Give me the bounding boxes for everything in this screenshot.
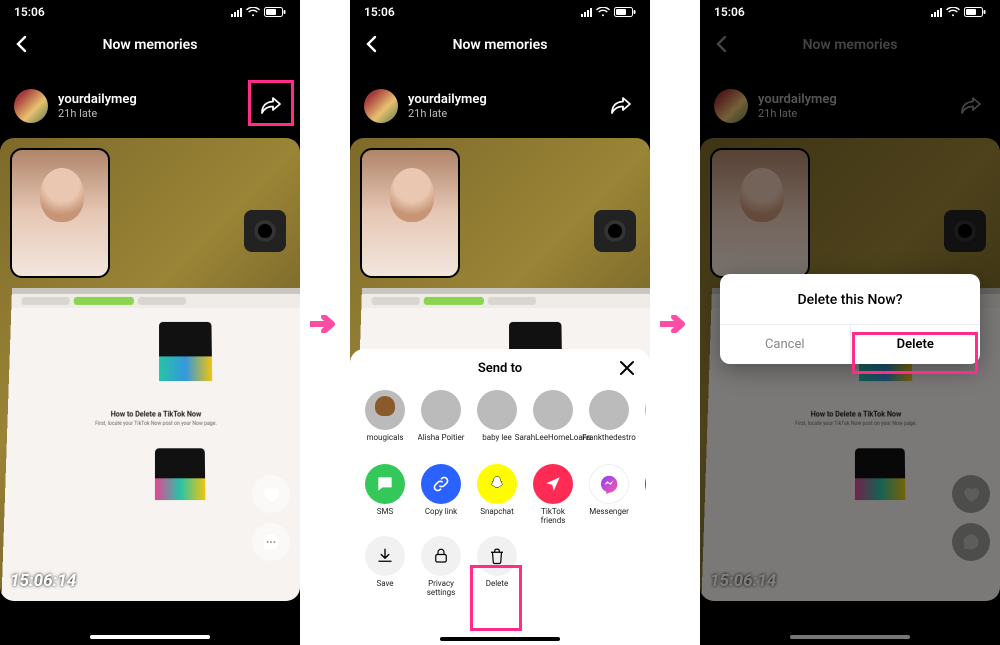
status-time: 15:06 bbox=[364, 5, 395, 19]
like-button bbox=[952, 475, 990, 513]
cancel-button[interactable]: Cancel bbox=[720, 325, 851, 364]
battery-icon bbox=[264, 7, 286, 17]
post-actions bbox=[952, 475, 990, 561]
avatar[interactable] bbox=[364, 89, 398, 123]
status-time: 15:06 bbox=[714, 5, 745, 19]
nav-bar: Now memories bbox=[0, 30, 300, 60]
share-app-row[interactable]: SMS Copy link Snapchat TikTok friends Me… bbox=[354, 464, 646, 526]
friend-item[interactable]: NarniP bbox=[640, 390, 646, 452]
avatar[interactable] bbox=[14, 89, 48, 123]
send-icon bbox=[533, 464, 573, 504]
user-row: yourdailymeg 21h late bbox=[350, 86, 650, 126]
save-action[interactable]: Save bbox=[360, 536, 410, 598]
phone-screen-2: 15:06 Now memories yourdailymeg 21h late… bbox=[350, 0, 650, 645]
back-button[interactable] bbox=[362, 34, 382, 54]
share-button[interactable] bbox=[606, 91, 636, 121]
post-actions bbox=[252, 475, 290, 561]
signal-icon bbox=[931, 7, 942, 17]
webcam-prop bbox=[244, 210, 286, 252]
status-bar: 15:06 bbox=[700, 0, 1000, 24]
battery-icon bbox=[614, 7, 636, 17]
webcam-prop bbox=[594, 210, 636, 252]
comment-button[interactable] bbox=[252, 523, 290, 561]
flow-arrow-icon bbox=[310, 315, 340, 333]
wifi-icon bbox=[246, 7, 260, 17]
friend-item[interactable]: SarahLeeHomeLoans bbox=[528, 390, 578, 452]
friend-list[interactable]: mougicals Alisha Poitier baby lee SarahL… bbox=[354, 390, 646, 452]
instagram-icon bbox=[645, 464, 646, 504]
monitor-sub: First, locate your TikTok Now post on yo… bbox=[7, 421, 300, 427]
avatar bbox=[714, 89, 748, 123]
close-button[interactable] bbox=[618, 359, 636, 377]
privacy-action[interactable]: Privacy settings bbox=[416, 536, 466, 598]
highlight-delete-action bbox=[470, 565, 522, 631]
flow-arrow-icon bbox=[660, 315, 690, 333]
post-timestamp: 15:06:14 bbox=[10, 571, 76, 591]
user-name: yourdailymeg bbox=[758, 92, 837, 107]
signal-icon bbox=[581, 7, 592, 17]
phone-screen-1: 15:06 Now memories yourdailymeg 21h late bbox=[0, 0, 300, 645]
comment-button bbox=[952, 523, 990, 561]
post-timestamp: 15:06:14 bbox=[710, 571, 776, 591]
wifi-icon bbox=[596, 7, 610, 17]
user-name: yourdailymeg bbox=[58, 92, 137, 107]
signal-icon bbox=[231, 7, 242, 17]
share-tiktok-friends[interactable]: TikTok friends bbox=[528, 464, 578, 526]
webcam-prop bbox=[944, 210, 986, 252]
monitor-heading: How to Delete a TikTok Now bbox=[8, 410, 300, 418]
home-indicator[interactable] bbox=[440, 637, 560, 641]
highlight-share bbox=[248, 80, 294, 126]
share-copy-link[interactable]: Copy link bbox=[416, 464, 466, 526]
sheet-title: Send to bbox=[354, 361, 646, 376]
back-button[interactable] bbox=[12, 34, 32, 54]
user-subtitle: 21h late bbox=[58, 107, 137, 120]
messenger-icon bbox=[589, 464, 629, 504]
lock-icon bbox=[421, 536, 461, 576]
user-subtitle: 21h late bbox=[758, 107, 837, 120]
sms-icon bbox=[365, 464, 405, 504]
wifi-icon bbox=[946, 7, 960, 17]
status-bar: 15:06 bbox=[0, 0, 300, 24]
share-button bbox=[956, 91, 986, 121]
selfie-inset bbox=[710, 148, 810, 278]
snapchat-icon bbox=[477, 464, 517, 504]
nav-bar: Now memories bbox=[700, 30, 1000, 60]
friend-item[interactable]: mougicals bbox=[360, 390, 410, 452]
share-messenger[interactable]: Messenger bbox=[584, 464, 634, 526]
highlight-confirm-delete bbox=[852, 332, 978, 374]
selfie-inset[interactable] bbox=[10, 148, 110, 278]
home-indicator[interactable] bbox=[90, 635, 210, 639]
like-button[interactable] bbox=[252, 475, 290, 513]
link-icon bbox=[421, 464, 461, 504]
page-title: Now memories bbox=[453, 37, 548, 53]
user-name: yourdailymeg bbox=[408, 92, 487, 107]
user-row: yourdailymeg 21h late bbox=[700, 86, 1000, 126]
home-indicator[interactable] bbox=[790, 635, 910, 639]
now-post[interactable]: How to Delete a TikTok Now First, locate… bbox=[0, 138, 300, 601]
battery-icon bbox=[964, 7, 986, 17]
share-snapchat[interactable]: Snapchat bbox=[472, 464, 522, 526]
share-sheet: Send to mougicals Alisha Poitier baby le… bbox=[350, 349, 650, 645]
nav-bar: Now memories bbox=[350, 30, 650, 60]
selfie-inset bbox=[360, 148, 460, 278]
modal-title: Delete this Now? bbox=[720, 274, 980, 325]
download-icon bbox=[365, 536, 405, 576]
back-button[interactable] bbox=[712, 34, 732, 54]
friend-item[interactable]: Alisha Poitier bbox=[416, 390, 466, 452]
phone-screen-3: 15:06 Now memories yourdailymeg 21h late… bbox=[700, 0, 1000, 645]
share-sms[interactable]: SMS bbox=[360, 464, 410, 526]
friend-item[interactable]: Frankthedestro bbox=[584, 390, 634, 452]
status-bar: 15:06 bbox=[350, 0, 650, 24]
user-subtitle: 21h late bbox=[408, 107, 487, 120]
page-title: Now memories bbox=[803, 37, 898, 53]
status-time: 15:06 bbox=[14, 5, 45, 19]
share-instagram[interactable]: Ins bbox=[640, 464, 646, 526]
page-title: Now memories bbox=[103, 37, 198, 53]
status-right bbox=[231, 7, 286, 17]
